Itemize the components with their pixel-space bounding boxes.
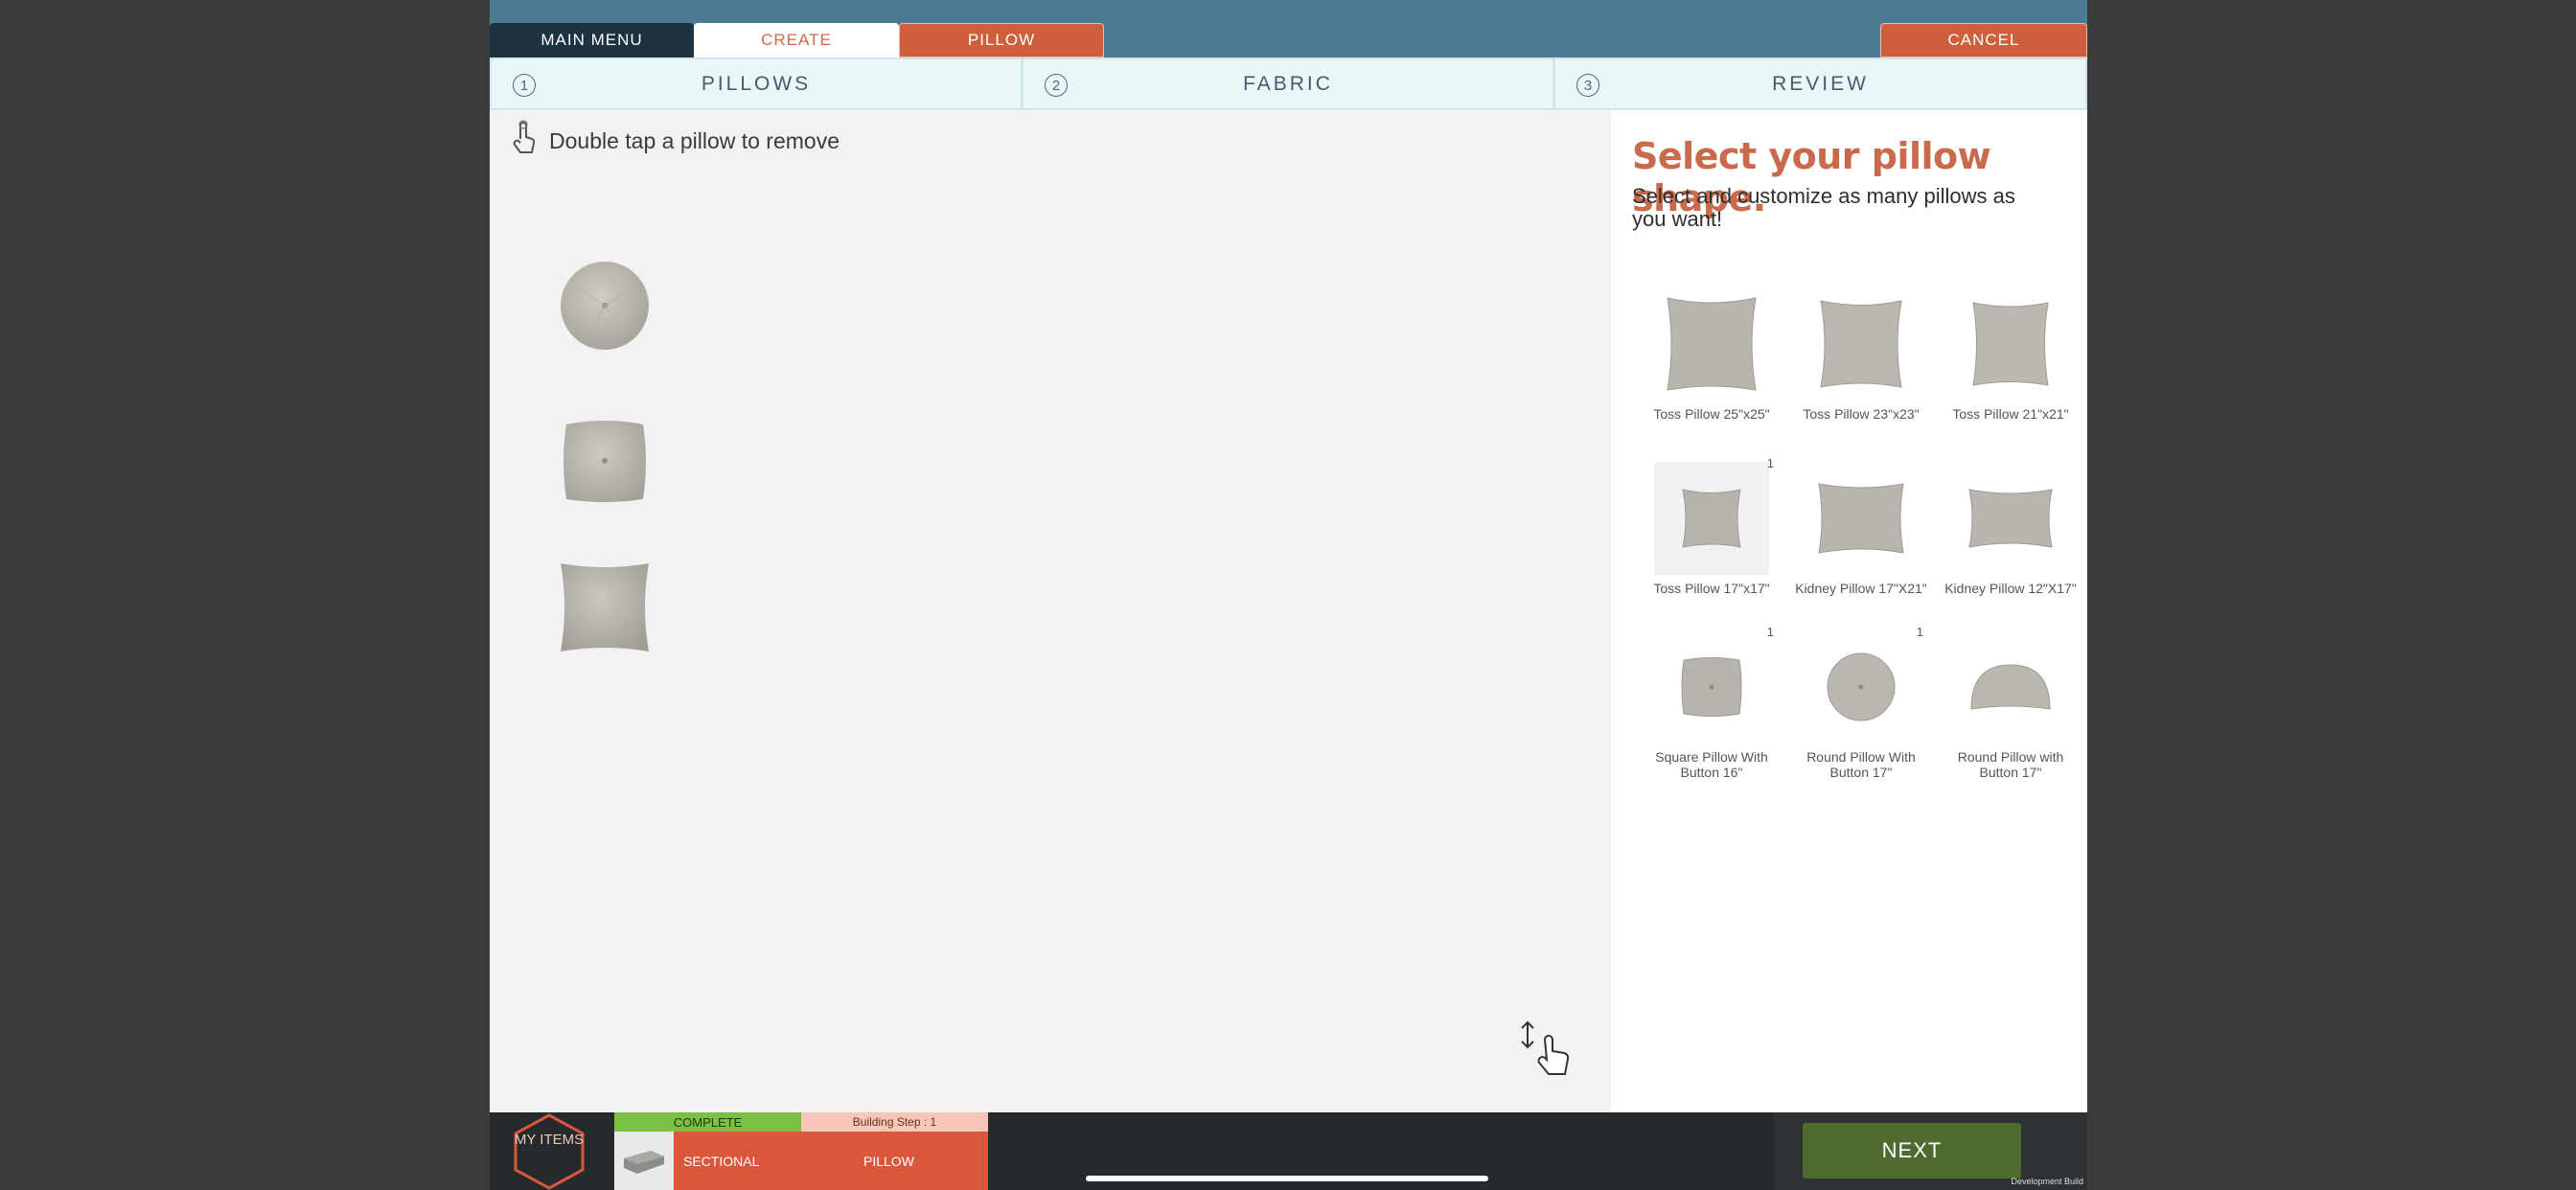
progress-items: SECTIONAL PILLOW xyxy=(614,1132,988,1190)
item-caption: Toss Pillow 21"x21" xyxy=(1952,406,2069,422)
step-tab-fabric[interactable]: 2 FABRIC xyxy=(1022,57,1554,110)
item-caption: Toss Pillow 17"x17" xyxy=(1653,581,1770,596)
step-number: 1 xyxy=(513,74,536,97)
tap-hand-icon xyxy=(511,120,540,163)
pillow-thumbnail xyxy=(1953,462,2068,575)
pillow-builder-app: MAIN MENU CREATE PILLOW CANCEL 1 PILLOWS… xyxy=(490,0,2087,1190)
panel-subtitle: Select and customize as many pillows as … xyxy=(1632,184,2015,231)
item-caption: Kidney Pillow 12"X17" xyxy=(1944,581,2077,596)
pillow-thumbnail xyxy=(1804,630,1919,744)
hexagon-icon xyxy=(514,1113,585,1190)
cancel-button[interactable]: CANCEL xyxy=(1880,23,2087,57)
pillow-option-round-button-17[interactable]: 1 Round Pillow With Button 17" xyxy=(1789,625,1933,780)
sectional-thumbnail[interactable] xyxy=(614,1132,674,1190)
item-caption: Toss Pillow 23"x23" xyxy=(1803,406,1920,422)
pillow-option-round-button-17-alt[interactable]: Round Pillow with Button 17" xyxy=(1939,630,2082,780)
pillow-thumbnail xyxy=(1654,287,1769,400)
pillow-option-toss-25[interactable]: Toss Pillow 25"x25" xyxy=(1640,287,1783,422)
pillow-thumbnail xyxy=(1804,287,1919,400)
item-caption: Round Pillow With Button 17" xyxy=(1806,749,1916,780)
item-caption: Round Pillow with Button 17" xyxy=(1957,749,2064,780)
pillow-option-kidney-17x21[interactable]: Kidney Pillow 17"X21" xyxy=(1789,462,1933,596)
next-button[interactable]: NEXT xyxy=(1803,1123,2021,1179)
step-number: 3 xyxy=(1576,74,1599,97)
item-caption: Square Pillow With Button 16" xyxy=(1655,749,1768,780)
pillow-shape-panel: Select your pillow shape. Select and cus… xyxy=(1611,110,2087,1112)
next-area: NEXT Development Build xyxy=(1774,1112,2087,1190)
pillow-thumbnail xyxy=(1953,287,2068,400)
item-count: 1 xyxy=(1766,625,1774,639)
step-label: REVIEW xyxy=(1772,72,1869,95)
pillow-option-square-button-16[interactable]: 1 Square Pillow With Button 16" xyxy=(1640,625,1783,780)
pillow-canvas[interactable]: Double tap a pillow to remove xyxy=(490,110,1611,1112)
item-caption: Toss Pillow 25"x25" xyxy=(1653,406,1770,422)
placed-round-pillow[interactable] xyxy=(559,260,651,356)
pillow-option-toss-23[interactable]: Toss Pillow 23"x23" xyxy=(1789,287,1933,422)
building-step-label: Building Step : 1 xyxy=(801,1112,988,1132)
step-label: FABRIC xyxy=(1243,72,1333,95)
pillow-option-toss-21[interactable]: Toss Pillow 21"x21" xyxy=(1939,287,2082,422)
create-tab[interactable]: CREATE xyxy=(694,23,899,57)
step-tab-pillows[interactable]: 1 PILLOWS xyxy=(490,57,1023,110)
main-menu-button[interactable]: MAIN MENU xyxy=(490,23,694,57)
step-label: PILLOWS xyxy=(701,72,812,95)
pillow-thumbnail xyxy=(1654,462,1769,575)
my-items-label: MY ITEMS xyxy=(514,1132,585,1148)
pillow-thumbnail xyxy=(1804,462,1919,575)
item-count: 1 xyxy=(1916,625,1923,639)
sectional-item[interactable]: SECTIONAL xyxy=(683,1132,759,1190)
step-tabs: 1 PILLOWS 2 FABRIC 3 REVIEW xyxy=(490,57,2087,110)
top-bar: MAIN MENU CREATE PILLOW CANCEL xyxy=(490,0,2087,57)
step-number: 2 xyxy=(1045,74,1068,97)
pillow-thumbnail xyxy=(1654,630,1769,744)
pillow-item[interactable]: PILLOW xyxy=(863,1132,914,1190)
dev-build-label: Development Build xyxy=(2011,1177,2083,1186)
step-tab-review[interactable]: 3 REVIEW xyxy=(1553,57,2087,110)
home-indicator[interactable] xyxy=(1086,1176,1488,1181)
pillow-tab[interactable]: PILLOW xyxy=(899,23,1104,57)
pillow-thumbnail xyxy=(1953,630,2068,744)
drag-hand-icon xyxy=(1518,1020,1585,1087)
complete-label: COMPLETE xyxy=(614,1112,801,1132)
hint-text: Double tap a pillow to remove xyxy=(549,128,840,153)
item-count: 1 xyxy=(1766,456,1774,470)
pillow-option-toss-17[interactable]: 1 Toss Pillow 17"x17" xyxy=(1640,456,1783,596)
hint-row: Double tap a pillow to remove xyxy=(511,120,840,163)
build-progress: COMPLETE Building Step : 1 SECTIONAL PIL… xyxy=(614,1112,988,1190)
item-caption: Kidney Pillow 17"X21" xyxy=(1795,581,1927,596)
my-items-button[interactable]: MY ITEMS xyxy=(501,1113,597,1190)
placed-square-button-pillow[interactable] xyxy=(559,415,651,512)
placed-toss-pillow[interactable] xyxy=(555,558,655,662)
pillow-option-kidney-12x17[interactable]: Kidney Pillow 12"X17" xyxy=(1939,462,2082,596)
